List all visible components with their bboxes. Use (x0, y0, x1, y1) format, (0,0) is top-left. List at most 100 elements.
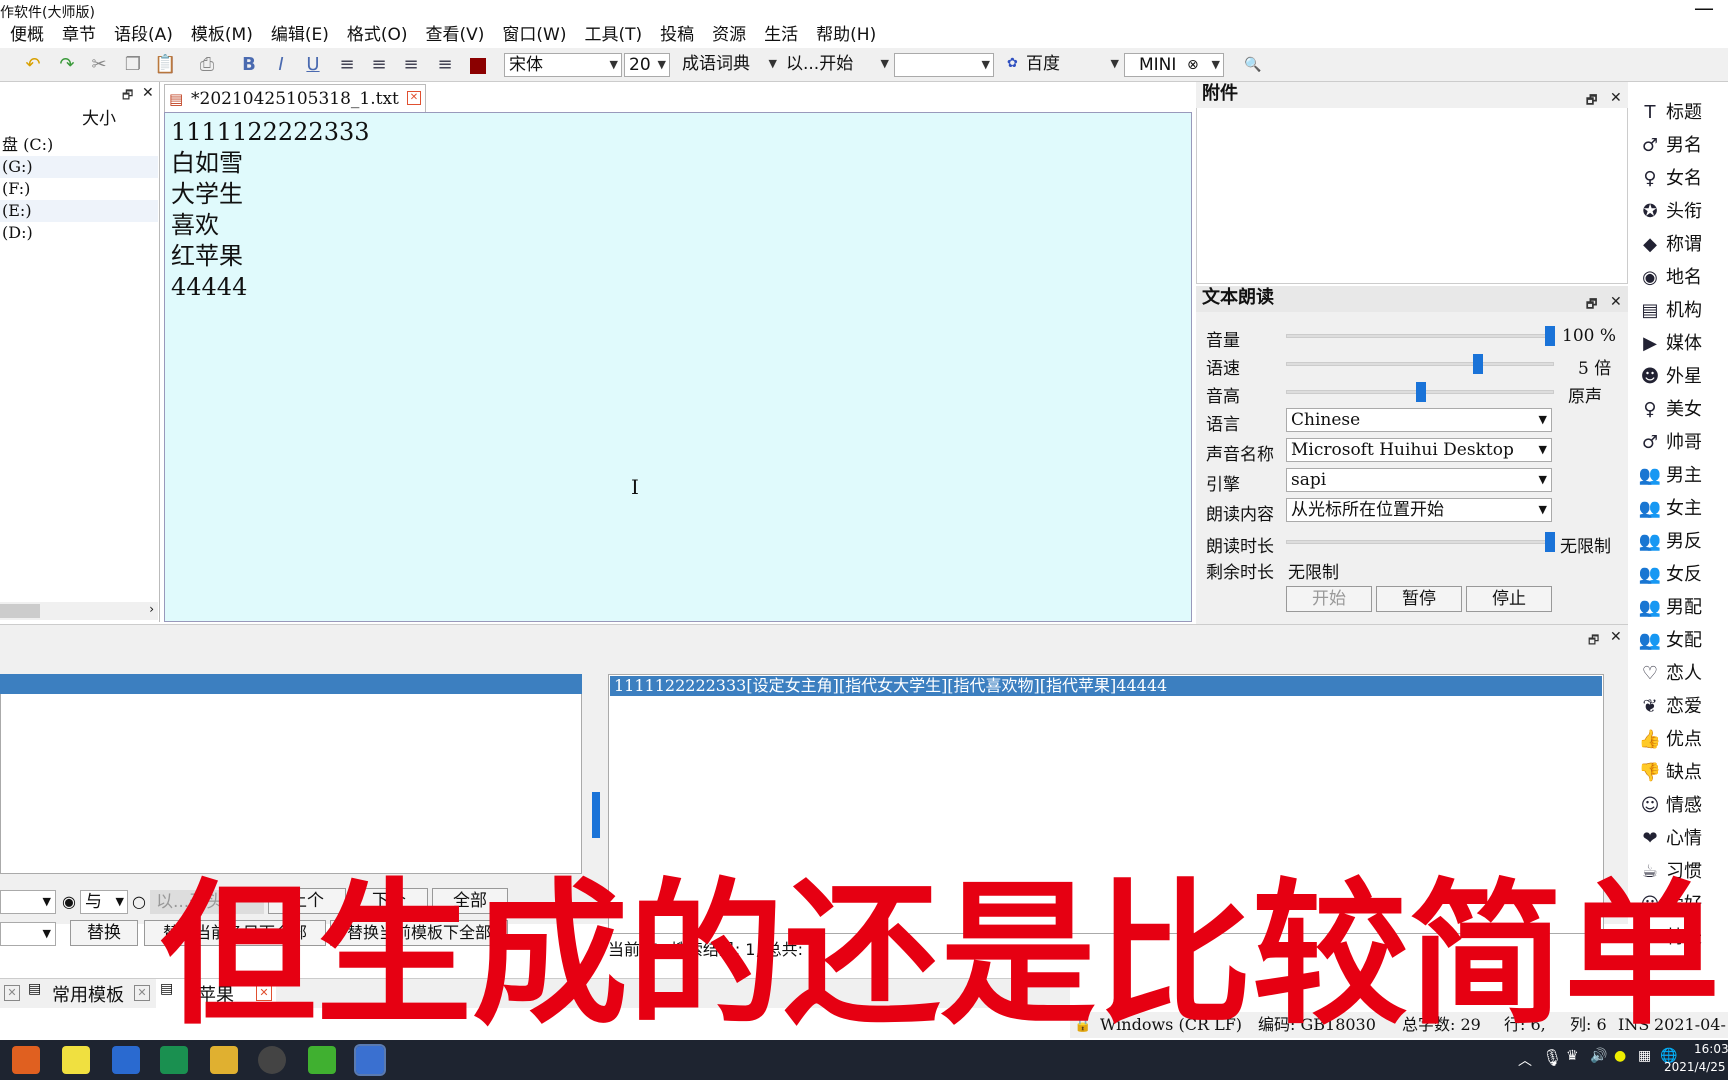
horizontal-scrollbar[interactable]: › (0, 602, 158, 620)
copy-icon[interactable]: ❐ (122, 54, 144, 76)
slider-knob[interactable] (1545, 532, 1555, 552)
engine-select[interactable]: sapi ▼ (1286, 468, 1552, 492)
element-button[interactable]: ♀ 美女 (1638, 395, 1702, 425)
element-button[interactable]: 👥 男配 (1638, 593, 1702, 623)
result-list-row[interactable]: 1111122222333[设定女主角][指代女大学生][指代喜欢物][指代苹果… (610, 676, 1602, 696)
search-engine-select[interactable]: ✿ 百度 ▼ (1004, 53, 1122, 77)
speed-slider[interactable] (1286, 354, 1554, 374)
crown-tray-icon[interactable]: ♛ (1566, 1048, 1579, 1064)
drive-item[interactable]: (D:) (0, 222, 158, 244)
menu-item[interactable]: 工具(T) (575, 22, 651, 48)
align-left-icon[interactable]: ≡ (336, 54, 358, 76)
element-button[interactable]: ◆ 称谓 (1638, 230, 1702, 260)
drive-item[interactable]: (E:) (0, 200, 158, 222)
close-icon[interactable]: ✕ (1610, 86, 1622, 110)
close-icon[interactable]: ✕ (1610, 290, 1622, 314)
size-select[interactable]: 20 ▼ (624, 53, 670, 77)
radio-prefix[interactable]: ○ (132, 892, 146, 911)
element-button[interactable]: 👎 缺点 (1638, 758, 1702, 788)
menu-item[interactable]: 投稿 (650, 22, 702, 48)
menu-item[interactable]: 模板(M) (181, 22, 261, 48)
bold-icon[interactable]: B (238, 54, 260, 76)
mini-input[interactable]: MINI ⊗ ▼ (1124, 53, 1224, 77)
text-editor[interactable]: 1111122222333 白如雪 大学生 喜欢 红苹果 44444 I (164, 112, 1192, 622)
duration-slider[interactable] (1286, 532, 1555, 552)
element-button[interactable]: 👥 女配 (1638, 626, 1702, 656)
close-tab-icon[interactable]: ✕ (134, 985, 150, 1001)
media-player-icon[interactable] (258, 1046, 286, 1074)
language-select[interactable]: Chinese ▼ (1286, 408, 1552, 432)
dict-search-input[interactable]: ▼ (894, 53, 994, 77)
menu-item[interactable]: 编辑(E) (261, 22, 337, 48)
element-button[interactable]: ◉ 地名 (1638, 263, 1702, 293)
cut-icon[interactable]: ✂ (88, 54, 110, 76)
chevron-right-icon[interactable]: › (149, 602, 154, 616)
undo-icon[interactable]: ↶ (22, 54, 44, 76)
folder-icon[interactable] (210, 1046, 238, 1074)
drive-item[interactable]: 盘 (C:) (0, 134, 158, 156)
close-tab-icon[interactable]: ✕ (407, 91, 421, 105)
app-c-icon[interactable] (308, 1046, 336, 1074)
element-button[interactable]: 👥 男主 (1638, 461, 1702, 491)
element-button[interactable]: ♡ 恋人 (1638, 659, 1702, 689)
app-crown-icon[interactable] (112, 1046, 140, 1074)
element-button[interactable]: 👥 女反 (1638, 560, 1702, 590)
paste-icon[interactable]: 📋 (154, 54, 176, 76)
color-icon[interactable] (470, 58, 486, 74)
element-button[interactable]: ♂ 男名 (1638, 131, 1702, 161)
slider-knob[interactable] (1416, 382, 1426, 402)
close-icon[interactable]: ✕ (142, 85, 154, 101)
template-list-selected-row[interactable] (0, 674, 582, 694)
dict-select[interactable]: 成语词典 ▼ (678, 53, 780, 77)
slider-knob[interactable] (1472, 354, 1483, 374)
align-center-icon[interactable]: ≡ (368, 54, 390, 76)
tab-common-templates[interactable]: 常用模板 (52, 981, 124, 1007)
clear-icon[interactable]: ⊗ (1187, 54, 1199, 76)
redo-icon[interactable]: ↷ (56, 54, 78, 76)
pin-icon[interactable]: 🗗 (1586, 292, 1597, 316)
element-button[interactable]: ▶ 媒体 (1638, 329, 1702, 359)
element-button[interactable]: 👍 优点 (1638, 725, 1702, 755)
app-doc-icon[interactable] (62, 1046, 90, 1074)
app-crown-green-icon[interactable] (160, 1046, 188, 1074)
pin-icon[interactable]: 🗗 (122, 86, 133, 107)
read-content-select[interactable]: 从光标所在位置开始 ▼ (1286, 498, 1552, 522)
splitter-handle[interactable] (592, 792, 600, 838)
align-right-icon[interactable]: ≡ (400, 54, 422, 76)
menu-item[interactable]: 窗口(W) (492, 22, 574, 48)
pin-icon[interactable]: 🗗 (1588, 631, 1599, 652)
element-button[interactable]: ☻ 外星 (1638, 362, 1702, 392)
element-button[interactable]: ♂ 帅哥 (1638, 428, 1702, 458)
volume-slider[interactable] (1286, 326, 1555, 346)
element-button[interactable]: ❦ 恋爱 (1638, 692, 1702, 722)
volume-icon[interactable]: 🔊 (1590, 1048, 1607, 1064)
search-icon[interactable]: 🔍 (1242, 54, 1264, 76)
element-button[interactable]: ▤ 机构 (1638, 296, 1702, 326)
element-button[interactable]: ♀ 女名 (1638, 164, 1702, 194)
drive-item[interactable]: (F:) (0, 178, 158, 200)
stop-button[interactable]: 停止 (1466, 586, 1552, 612)
radio-with[interactable]: ◉ (62, 892, 76, 911)
replace-field-select[interactable]: ▼ (0, 922, 56, 946)
element-button[interactable]: 👥 男反 (1638, 527, 1702, 557)
with-select[interactable]: 与 ▼ (80, 890, 128, 914)
voice-select[interactable]: Microsoft Huihui Desktop ▼ (1286, 438, 1552, 462)
underline-icon[interactable]: U (302, 54, 324, 76)
font-select[interactable]: 宋体 ▼ (504, 53, 622, 77)
pause-button[interactable]: 暂停 (1376, 586, 1462, 612)
scroll-thumb[interactable] (0, 604, 40, 618)
menu-item[interactable]: 帮助(H) (806, 22, 884, 48)
menu-item[interactable]: 语段(A) (104, 22, 181, 48)
minimize-button[interactable]: — (1694, 0, 1714, 20)
app-crown-active-icon[interactable] (354, 1044, 386, 1076)
app-cross-icon[interactable] (12, 1046, 40, 1074)
element-button[interactable]: ✪ 头衔 (1638, 197, 1702, 227)
mic-icon[interactable]: 🎙 (1542, 1048, 1562, 1067)
print-icon[interactable]: ⎙ (196, 54, 218, 76)
network-icon[interactable]: ● (1614, 1048, 1626, 1064)
menu-item[interactable]: 生活 (754, 22, 806, 48)
menu-item[interactable]: 资源 (702, 22, 754, 48)
replace-button[interactable]: 替换 (70, 920, 138, 946)
element-button[interactable]: ❤ 心情 (1638, 824, 1702, 854)
tray-chevron-icon[interactable]: ︿ (1518, 1050, 1532, 1070)
